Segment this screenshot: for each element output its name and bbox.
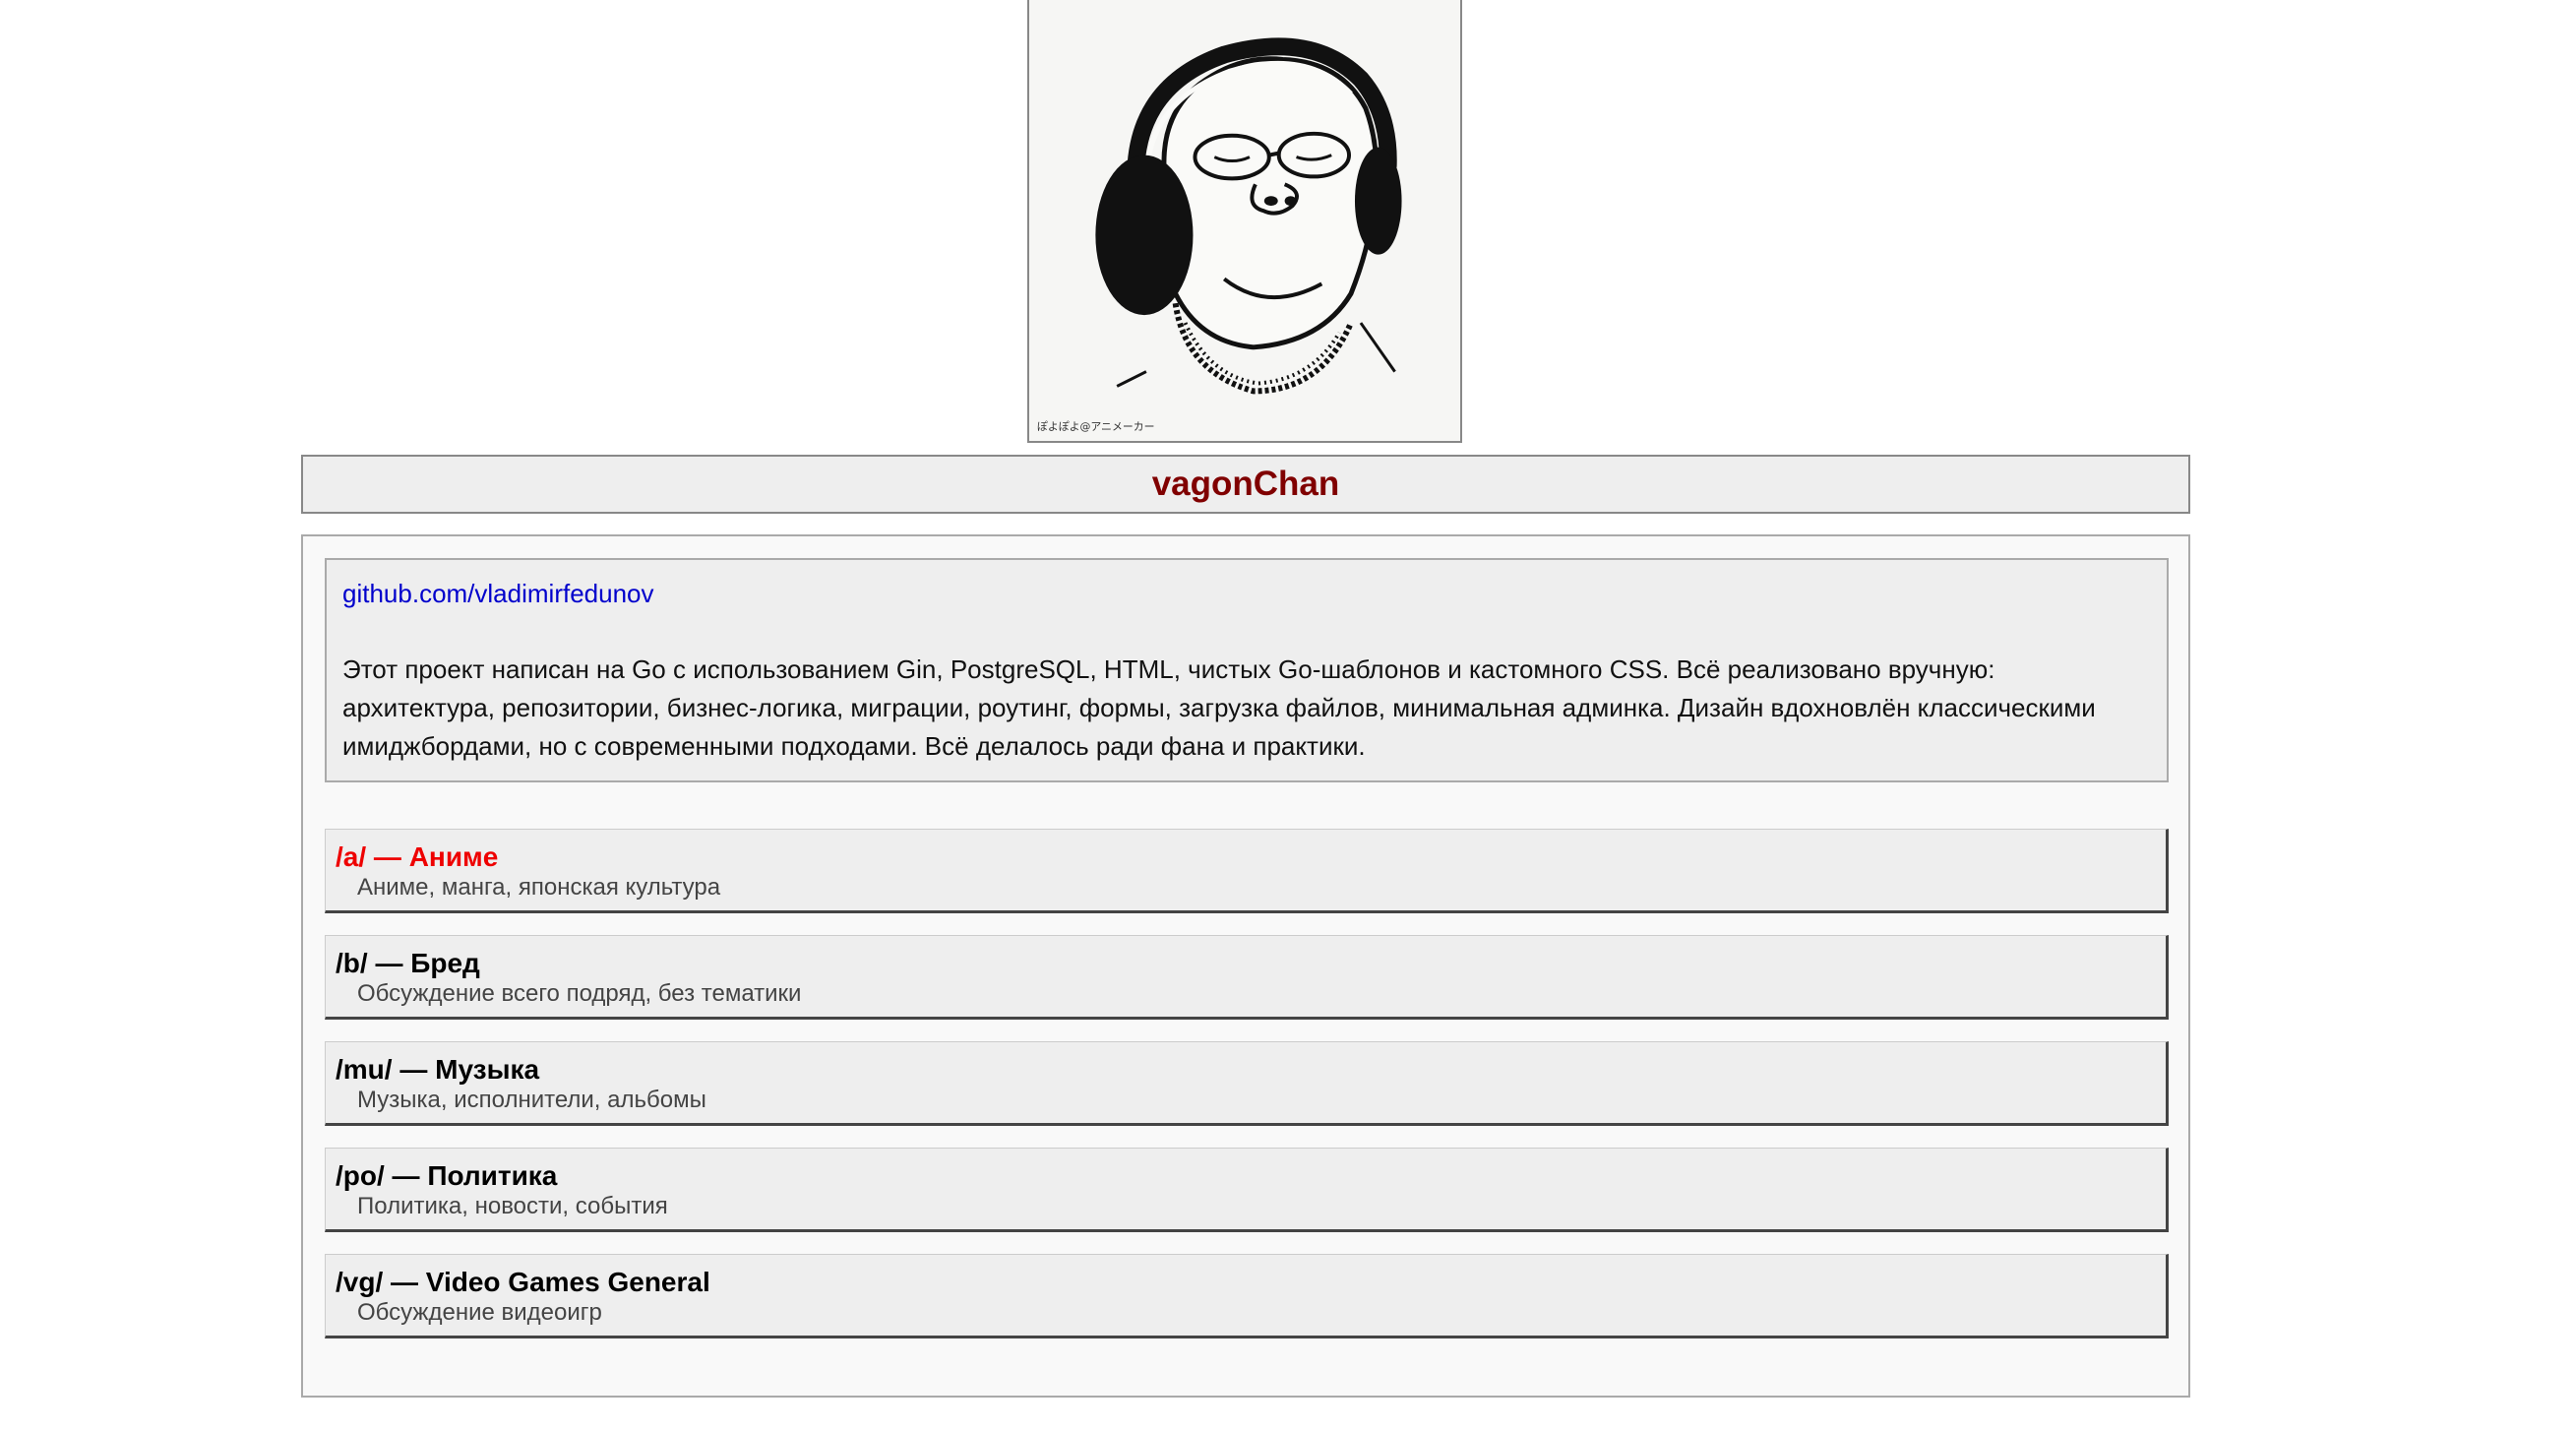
board-title[interactable]: /a/ — Аниме	[336, 841, 2166, 873]
board-item-mu[interactable]: /mu/ — Музыка Музыка, исполнители, альбо…	[325, 1041, 2169, 1126]
site-title[interactable]: vagonChan	[1152, 465, 1340, 504]
page: ぽよぽよ@アニメーカー vagonChan github.com/vladimi…	[0, 0, 2576, 1431]
board-item-vg[interactable]: /vg/ — Video Games General Обсуждение ви…	[325, 1254, 2169, 1338]
board-item-b[interactable]: /b/ — Бред Обсуждение всего подряд, без …	[325, 935, 2169, 1020]
board-description: Аниме, манга, японская культура	[357, 874, 721, 901]
about-panel: github.com/vladimirfedunov Этот проект н…	[325, 558, 2169, 782]
github-link[interactable]: github.com/vladimirfedunov	[342, 576, 654, 611]
svg-text:ぽよぽよ@アニメーカー: ぽよぽよ@アニメーカー	[1037, 420, 1155, 433]
about-description: Этот проект написан на Go с использовани…	[342, 654, 2096, 761]
board-description: Музыка, исполнители, альбомы	[357, 1087, 706, 1113]
board-item-a[interactable]: /a/ — Аниме Аниме, манга, японская культ…	[325, 829, 2169, 913]
board-title[interactable]: /b/ — Бред	[336, 948, 2166, 979]
board-title[interactable]: /vg/ — Video Games General	[336, 1267, 2166, 1298]
board-description: Обсуждение всего подряд, без тематики	[357, 980, 802, 1007]
board-description: Политика, новости, события	[357, 1193, 668, 1219]
banner-image: ぽよぽよ@アニメーカー	[1027, 0, 1462, 443]
board-item-po[interactable]: /po/ — Политика Политика, новости, событ…	[325, 1148, 2169, 1232]
board-title[interactable]: /po/ — Политика	[336, 1160, 2166, 1192]
board-description: Обсуждение видеоигр	[357, 1299, 602, 1326]
main-content: github.com/vladimirfedunov Этот проект н…	[301, 534, 2190, 1398]
site-header: vagonChan	[301, 455, 2190, 514]
board-title[interactable]: /mu/ — Музыка	[336, 1054, 2166, 1086]
